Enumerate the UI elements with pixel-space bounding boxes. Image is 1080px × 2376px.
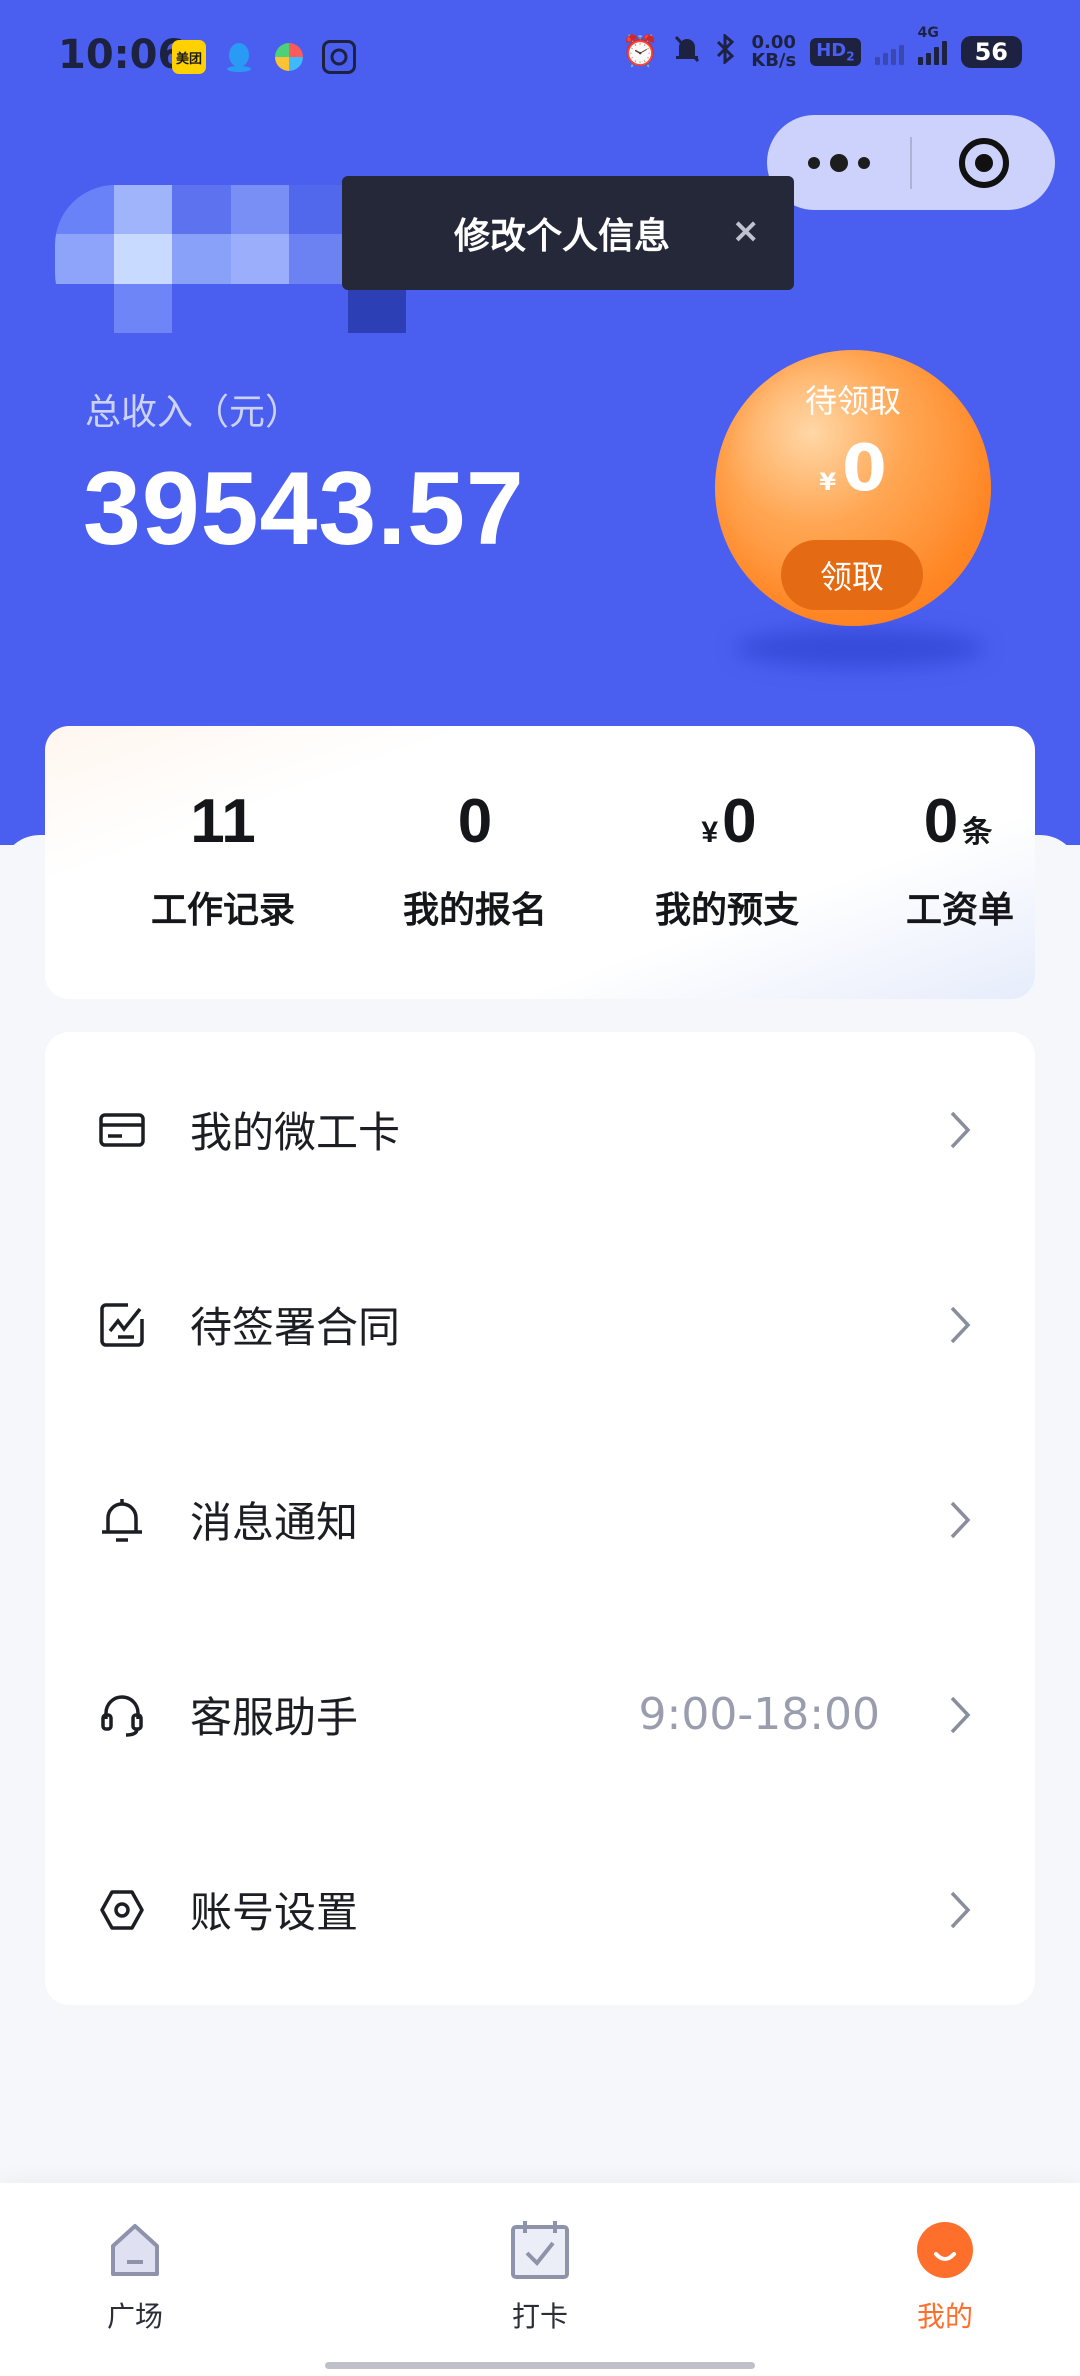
profile-face-icon — [910, 2215, 980, 2285]
tab-plaza[interactable]: 广场 — [65, 2215, 205, 2335]
status-time: 10:06 — [58, 32, 186, 78]
claim-button[interactable]: 领取 — [781, 540, 923, 610]
meituan-icon: 美团 — [172, 40, 206, 74]
menu-item-work-card[interactable]: 我的微工卡 — [45, 1032, 1035, 1227]
signal-icon-4g: 4G — [917, 25, 947, 65]
menu-item-customer-service[interactable]: 客服助手 9:00-18:00 — [45, 1617, 1035, 1812]
tab-checkin[interactable]: 打卡 — [470, 2215, 610, 2335]
chevron-right-icon — [940, 1105, 980, 1155]
more-dots-icon — [807, 156, 820, 169]
menu-item-pending-contracts[interactable]: 待签署合同 — [45, 1227, 1035, 1422]
stat-my-signups[interactable]: 0 我的报名 — [355, 791, 595, 933]
network-speed: 0.00 KB/s — [751, 32, 797, 71]
total-income-value: 39543.57 — [83, 451, 525, 567]
target-close-icon — [958, 137, 1009, 188]
bluetooth-icon — [715, 32, 737, 70]
menu-item-account-settings[interactable]: 账号设置 — [45, 1812, 1035, 2007]
pending-claim-bubble[interactable]: 待领取 ¥0 领取 — [715, 350, 991, 626]
service-hours: 9:00-18:00 — [638, 1689, 880, 1740]
status-bar: 10:06 美团 ⏰ 0.00 KB/s HD2 4G 56 — [0, 0, 1080, 110]
bottom-tab-bar: 广场 打卡 我的 — [0, 2183, 1080, 2376]
tooltip-close-icon[interactable]: × — [732, 214, 761, 248]
hd-call-icon: HD2 — [810, 38, 861, 66]
pending-claim-amount: ¥0 — [819, 432, 887, 506]
edit-profile-tooltip[interactable]: 修改个人信息 × — [342, 176, 794, 290]
total-income-label: 总收入（元） — [85, 392, 302, 433]
settings-hexagon-icon — [97, 1885, 147, 1935]
stat-my-advance[interactable]: ¥0 我的预支 — [607, 791, 847, 933]
home-icon — [100, 2215, 170, 2285]
chevron-right-icon — [940, 1885, 980, 1935]
pinwheel-icon — [272, 40, 306, 74]
tab-mine[interactable]: 我的 — [875, 2215, 1015, 2335]
stats-card: 11 工作记录 0 我的报名 ¥0 我的预支 0条 工资单 — [45, 726, 1035, 999]
chevron-right-icon — [940, 1300, 980, 1350]
home-indicator[interactable] — [325, 2362, 755, 2369]
close-miniprogram-button[interactable] — [912, 137, 1055, 188]
stat-payslips[interactable]: 0条 工资单 — [840, 791, 1080, 933]
bell-icon — [97, 1495, 147, 1545]
pending-claim-label: 待领取 — [804, 382, 901, 420]
menu-item-notifications[interactable]: 消息通知 — [45, 1422, 1035, 1617]
chevron-right-icon — [940, 1495, 980, 1545]
card-icon — [97, 1105, 147, 1155]
tooltip-text: 修改个人信息 — [454, 216, 671, 257]
chevron-right-icon — [940, 1690, 980, 1740]
miniprogram-capsule — [767, 115, 1055, 210]
headset-icon — [97, 1690, 147, 1740]
mute-bell-icon — [673, 34, 701, 70]
qq-icon — [222, 40, 256, 74]
alarm-icon: ⏰ — [621, 34, 660, 69]
battery-icon: 56 — [960, 36, 1022, 68]
camera-icon — [322, 40, 356, 74]
contract-icon — [97, 1300, 147, 1350]
checkin-calendar-icon — [505, 2215, 575, 2285]
stat-work-records[interactable]: 11 工作记录 — [103, 791, 343, 933]
menu-card: 我的微工卡 待签署合同 消息通知 客服助手 9:00-18:00 账号设置 — [45, 1032, 1035, 2005]
signal-icon-sim2 — [874, 39, 904, 65]
